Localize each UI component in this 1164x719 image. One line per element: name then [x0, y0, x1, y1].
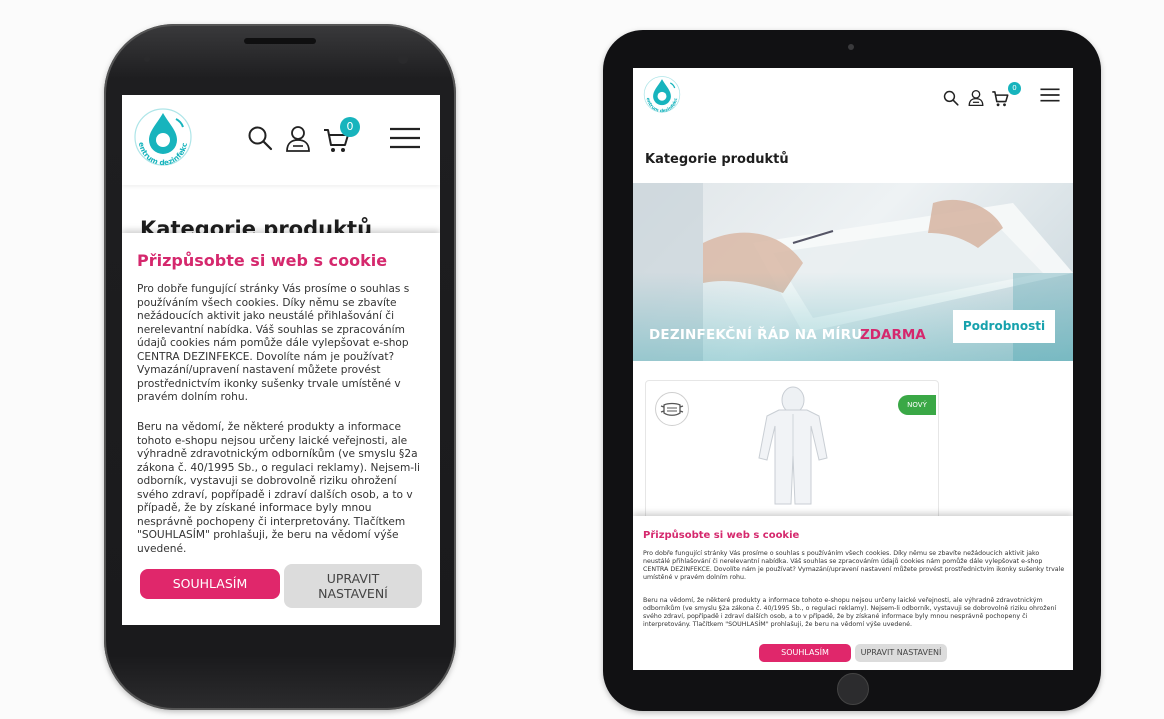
mask-icon [660, 402, 684, 416]
phone-header: centrum dezinfekce 0 [122, 95, 440, 185]
menu-icon[interactable] [1040, 88, 1060, 102]
tablet-screen: centrum dezinfekce 0 Kategorie produktů [633, 68, 1073, 670]
cart-icon[interactable] [991, 90, 1009, 108]
cookie-paragraph-consent: Pro dobře fungující stránky Vás prosíme … [137, 283, 410, 403]
cookie-title: Přizpůsobte si web s cookie [643, 530, 800, 541]
settings-button[interactable]: UPRAVIT NASTAVENÍ [284, 564, 422, 608]
phone-device: centrum dezinfekce 0 [104, 24, 456, 710]
phone-sensor [144, 56, 150, 62]
new-badge: NOVÝ [898, 395, 936, 415]
cart-count-badge: 0 [340, 117, 360, 137]
tablet-camera [848, 44, 854, 50]
cart-count-badge: 0 [1008, 82, 1021, 95]
cookie-dialog: Přizpůsobte si web s cookie Pro dobře fu… [633, 516, 1073, 670]
details-button[interactable]: Podrobnosti [953, 310, 1055, 343]
phone-screen: centrum dezinfekce 0 [122, 95, 440, 625]
cookie-dialog: Přizpůsobte si web s cookie Pro dobře fu… [122, 233, 440, 625]
cookie-paragraph-disclaimer: Beru na vědomí, že některé produkty a in… [643, 597, 1057, 628]
logo-icon[interactable]: centrum dezinfekce [130, 105, 196, 171]
phone-camera [398, 54, 408, 64]
settings-button-label: UPRAVIT NASTAVENÍ [318, 571, 388, 601]
search-icon[interactable] [247, 125, 273, 151]
settings-button[interactable]: UPRAVIT NASTAVENÍ [855, 644, 947, 662]
logo-icon[interactable]: centrum dezinfekce [641, 74, 683, 116]
cookie-paragraph-consent: Pro dobře fungující stránky Vás prosíme … [643, 550, 1065, 581]
banner-highlight: ZDARMA [860, 327, 926, 343]
banner-text: DEZINFEKČNÍ ŘÁD NA MÍRU [649, 327, 863, 343]
phone-speaker [244, 38, 316, 44]
user-icon[interactable] [285, 125, 311, 153]
agree-button[interactable]: SOUHLASÍM [759, 644, 851, 662]
product-category-badge [655, 392, 689, 426]
user-icon[interactable] [968, 89, 984, 107]
cookie-title: Přizpůsobte si web s cookie [137, 251, 388, 270]
product-image [758, 386, 828, 505]
page-title: Kategorie produktů [645, 152, 789, 167]
tablet-device: centrum dezinfekce 0 Kategorie produktů [603, 30, 1101, 711]
tablet-home-button[interactable] [837, 673, 869, 705]
menu-icon[interactable] [390, 127, 420, 149]
cookie-paragraph-disclaimer: Beru na vědomí, že některé produkty a in… [137, 421, 420, 555]
agree-button[interactable]: SOUHLASÍM [140, 569, 280, 599]
search-icon[interactable] [943, 90, 959, 106]
